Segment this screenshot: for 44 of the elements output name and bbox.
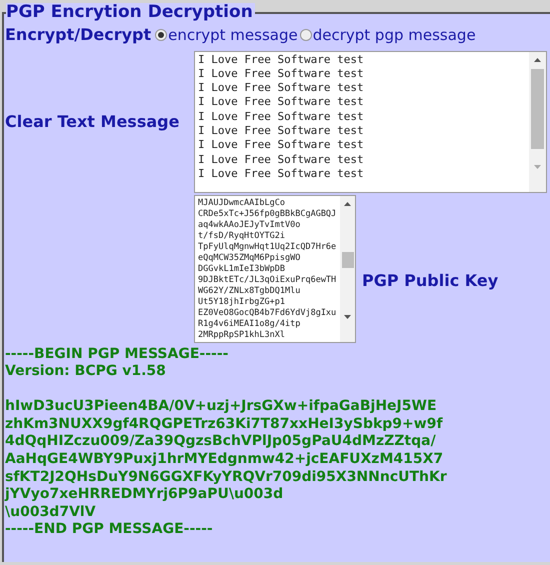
key-line: TpFyUlqMgnwHqt1Uq2IcQD7Hr6eeQqMCW35ZMqM6PpisgWO	[198, 242, 338, 264]
text-line: I Love Free Software test	[198, 138, 365, 153]
scroll-thumb[interactable]	[531, 68, 544, 148]
form-legend: PGP Encrytion Decryption	[6, 3, 255, 21]
key-line: DGGvkL1mIeI3bWpDB	[198, 264, 286, 274]
text-line: I Love Free Software test	[198, 166, 365, 182]
radio-label[interactable]: decrypt pgp message	[312, 24, 476, 46]
scrollbar[interactable]	[529, 52, 546, 192]
message-line: zhKm3NUXX9gf4RQGPETrz63Ki7T87xxHeI3ySbkp9+w9f	[5, 416, 444, 434]
key-line: t/fsD/RyqHtOYTG2i	[198, 230, 286, 242]
message-line: jYVyo7xeHRREDMYrj6P9aPU\u003d	[5, 486, 284, 504]
scroll-up-icon[interactable]	[344, 202, 351, 206]
key-line: MJAUJDwmcAAIbLgCo	[198, 198, 286, 208]
message-line: 4dQqHIZczu009/Za39QgzsBchVPlJp05gPaU4dMzZZtqa/	[5, 433, 437, 452]
public-key-label: PGP Public Key	[362, 270, 498, 292]
message-line: -----BEGIN PGP MESSAGE-----	[5, 346, 230, 364]
message-line: AaHqGE4WBY9Puxj1hrMYEdgnmw42+jcEAFUXzM415X7	[5, 451, 444, 469]
text-line: I Love Free Software test	[198, 81, 365, 96]
scroll-up-icon[interactable]	[534, 58, 541, 62]
text-line: I Love Free Software test	[198, 152, 365, 167]
key-line: Ut5Y18jhIrbgZG+p1	[198, 296, 286, 308]
key-line: 2MRppRpSP1khL3nXl	[198, 330, 286, 340]
message-line: \u003d7VlV	[5, 504, 97, 522]
radio-button[interactable]	[300, 29, 312, 42]
text-line: I Love Free Software test	[198, 124, 365, 138]
key-line: 9DJBktETc/JL3qOiExuPrq6ewTHWG62Y/ZNLx8TgbDQ1Mlu	[198, 274, 338, 296]
radio-label[interactable]: encrypt message	[168, 24, 298, 46]
message-line: hIwD3ucU3Pieen4BA/0V+uzj+JrsGXw+ifpaGaBjHeJ5WE	[5, 398, 438, 416]
public-key-area[interactable]	[194, 194, 356, 342]
clear-text-area[interactable]	[194, 50, 547, 192]
text-line: I Love Free Software test	[198, 66, 365, 82]
message-line: sfKT2J2QHsDuY9N6GGXFKyYRQVr709di95X3NNncUThKr	[5, 468, 448, 486]
key-line: EZ0VeO8GocQB4b7Fd6YdVj8gIxuR1g4v6iMEAI1o8g/4itp	[198, 308, 338, 330]
radio-button[interactable]	[155, 29, 168, 42]
scroll-thumb[interactable]	[342, 252, 354, 268]
scrollbar[interactable]	[340, 196, 355, 342]
scroll-down-icon[interactable]	[344, 314, 351, 318]
text-line: I Love Free Software test	[198, 95, 365, 110]
message-line: -----END PGP MESSAGE-----	[5, 521, 214, 540]
mode-label: Encrypt/Decrypt	[5, 26, 152, 44]
text-line: I Love Free Software test	[198, 52, 365, 67]
clear-text-label: Clear Text Message	[4, 110, 180, 132]
message-line: Version: BCPG v1.58	[5, 363, 167, 381]
text-line: I Love Free Software test	[198, 110, 365, 124]
